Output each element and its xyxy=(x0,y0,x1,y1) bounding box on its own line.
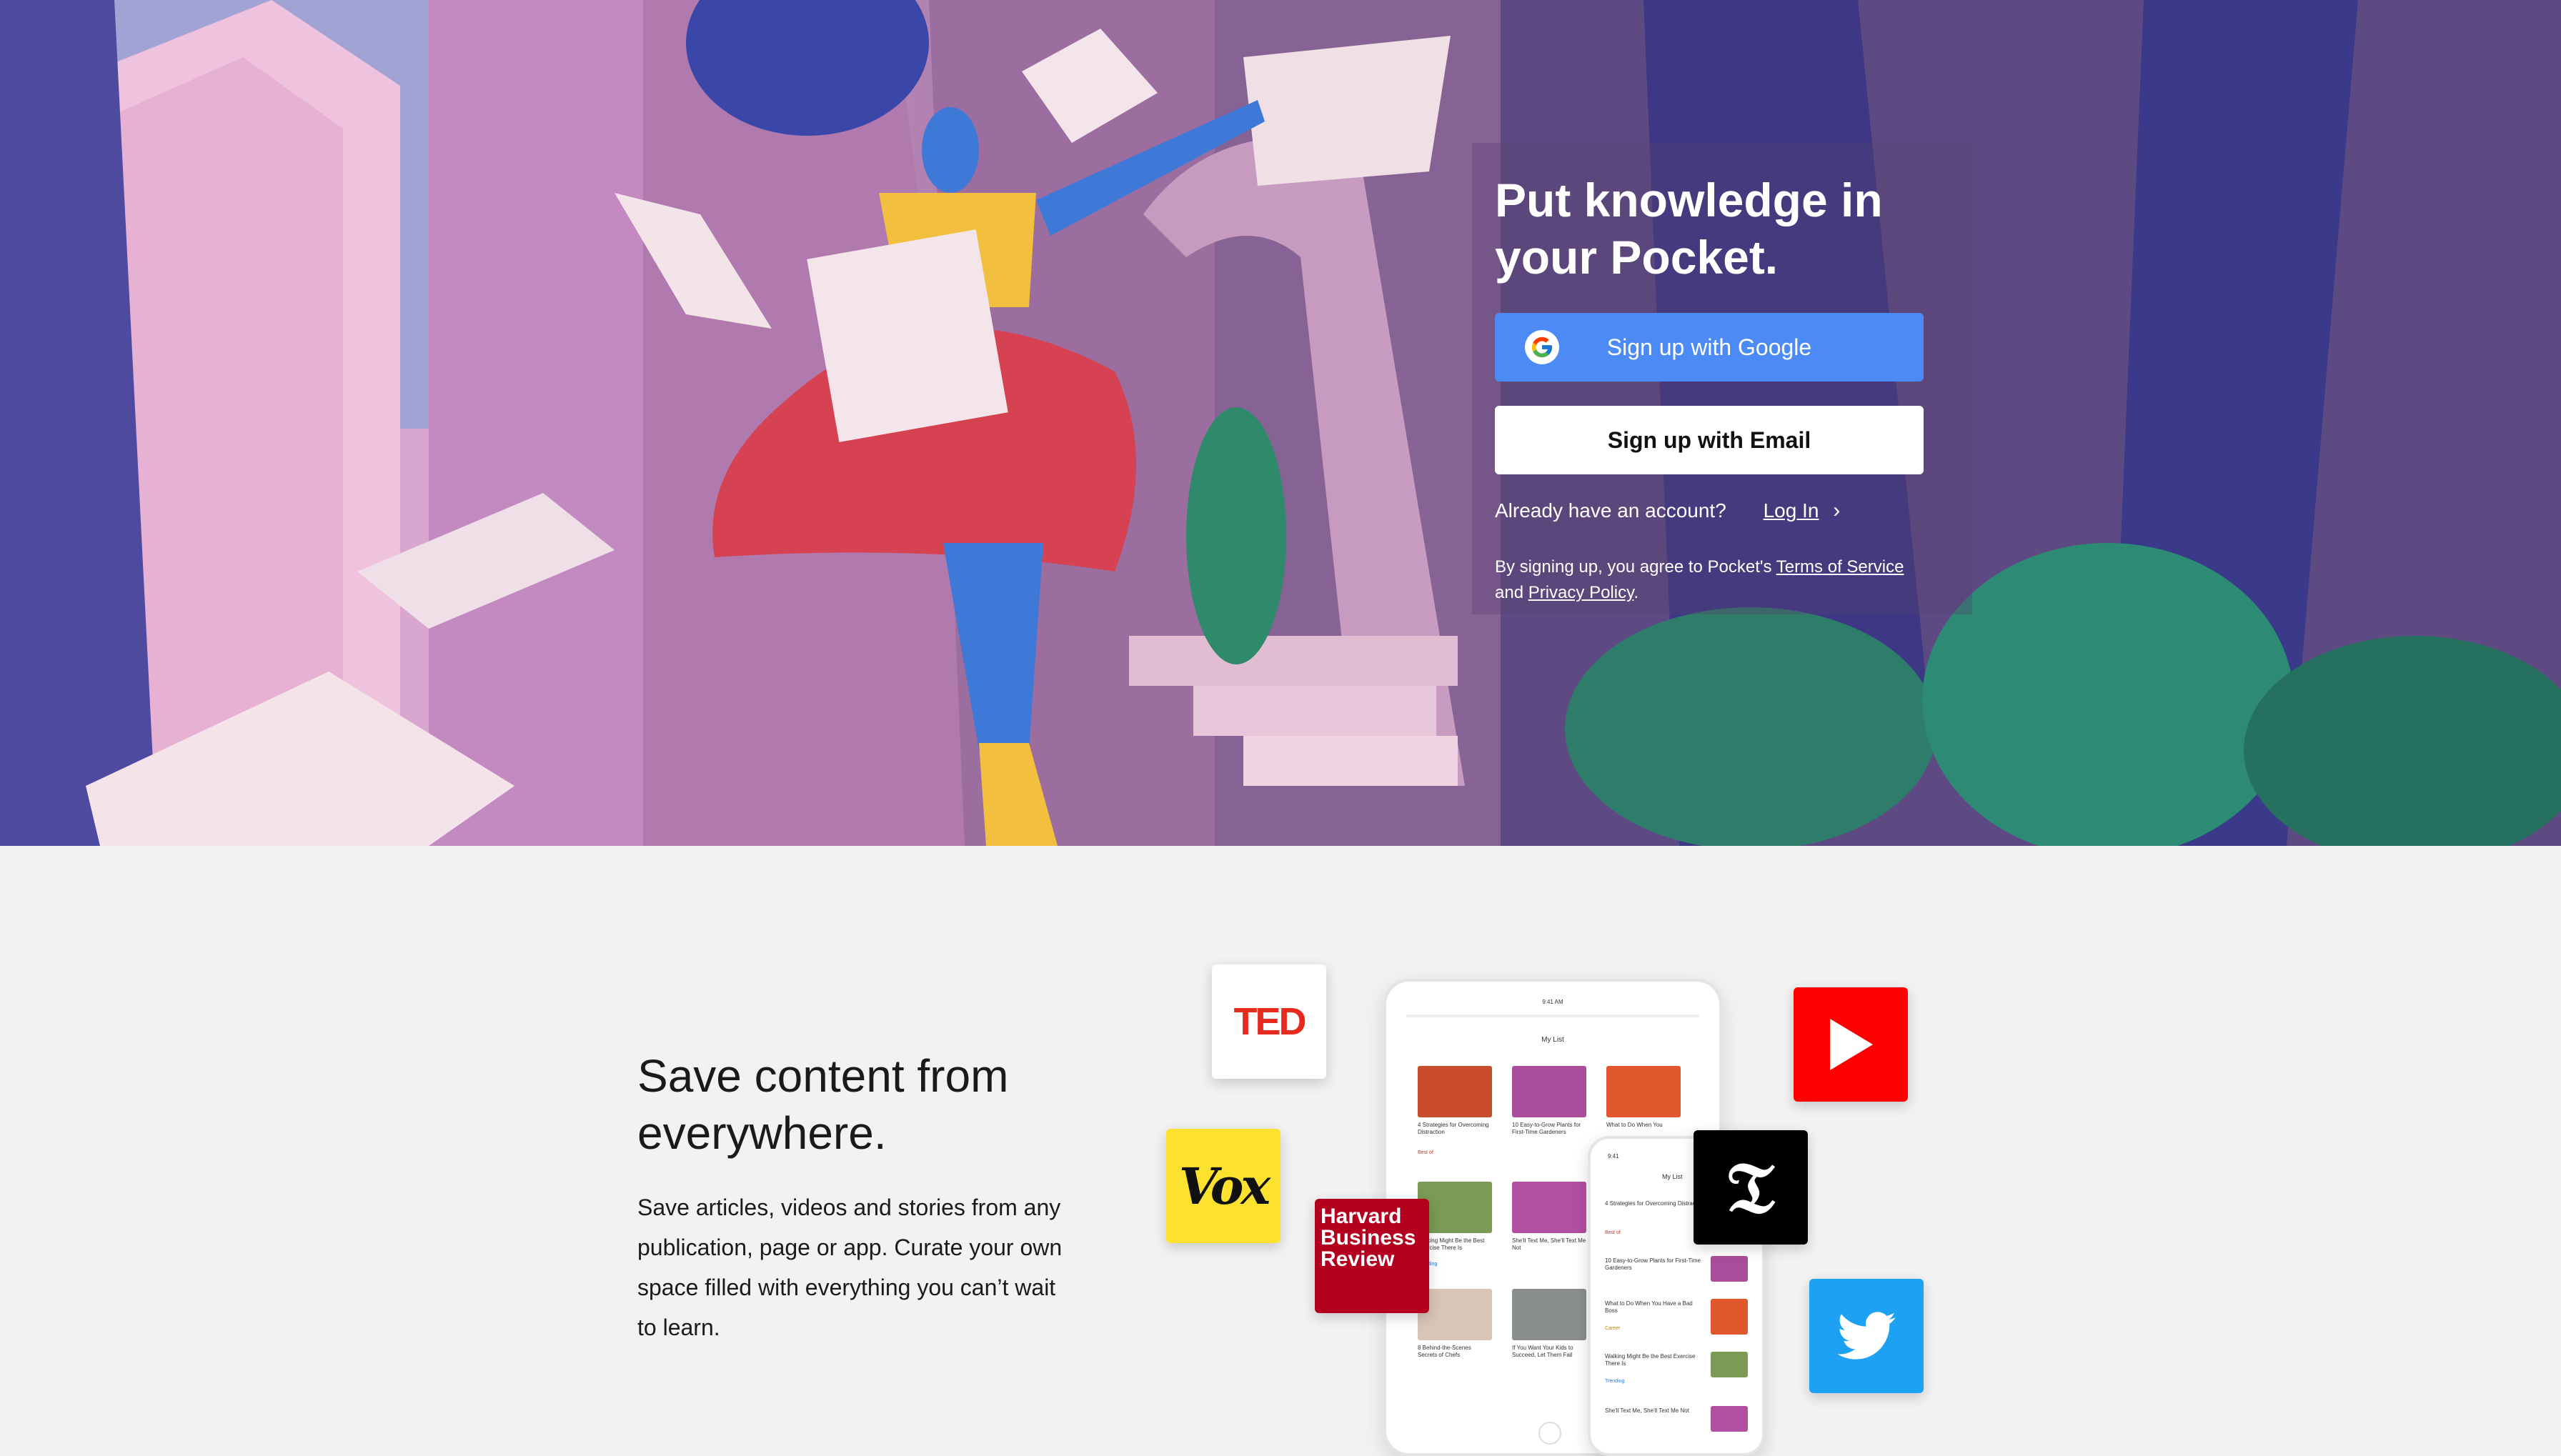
phone-item: What to Do When You Have a Bad Boss xyxy=(1605,1300,1693,1314)
vox-logo-text: Vox xyxy=(1178,1156,1270,1216)
hero-headline: Put knowledge in your Pocket. xyxy=(1495,174,1883,284)
save-content-section: Save content from everywhere. Save artic… xyxy=(0,846,2561,1456)
ted-logo-text: TED xyxy=(1233,1000,1307,1043)
feature-title: Save content from everywhere. xyxy=(637,1050,1009,1159)
tablet-badge: Best of xyxy=(1418,1150,1433,1155)
phone-status-time: 9:41 xyxy=(1608,1153,1619,1160)
youtube-logo xyxy=(1794,987,1908,1102)
account-prompt-text: Already have an account? xyxy=(1495,499,1726,522)
tablet-list-title: My List xyxy=(1541,1036,1564,1044)
google-signup-label: Sign up with Google xyxy=(1606,334,1812,360)
terms-of-service-link[interactable]: Terms of Service xyxy=(1776,557,1904,577)
phone-item: Walking Might Be the Best Exercise There… xyxy=(1605,1353,1696,1367)
vox-logo: Vox xyxy=(1166,1129,1280,1243)
hbr-logo: Harvard Business Review xyxy=(1315,1199,1429,1313)
hbr-logo-text: Harvard Business Review xyxy=(1321,1205,1416,1271)
nyt-logo: 𝔗 xyxy=(1694,1130,1808,1245)
phone-badge: Trending xyxy=(1605,1379,1625,1384)
signup-panel: Put knowledge in your Pocket. Sign up wi… xyxy=(1495,171,1924,602)
ted-logo: TED xyxy=(1212,964,1326,1079)
phone-badge: Best of xyxy=(1605,1230,1621,1235)
phone-badge: Career xyxy=(1605,1326,1621,1331)
tablet-status-time: 9:41 AM xyxy=(1542,999,1563,1005)
terms-notice: By signing up, you agree to Pocket's Ter… xyxy=(1495,554,1952,606)
privacy-policy-link[interactable]: Privacy Policy xyxy=(1528,583,1634,602)
play-icon xyxy=(1830,1019,1873,1070)
tablet-item: 10 Easy-to-Grow Plants for First-Time Ga… xyxy=(1512,1122,1581,1135)
google-icon xyxy=(1525,330,1559,364)
terms-period: . xyxy=(1633,583,1638,602)
feature-description: Save articles, videos and stories from a… xyxy=(637,1195,1063,1340)
hero-illustration xyxy=(0,0,2561,846)
terms-prefix: By signing up, you agree to Pocket's xyxy=(1495,557,1772,577)
login-prompt: Already have an account? Log In › xyxy=(1495,499,1840,523)
tablet-item: She'll Text Me, She'll Text Me Not xyxy=(1512,1237,1586,1251)
phone-list-title: My List xyxy=(1662,1173,1683,1180)
tablet-item: 4 Strategies for Overcoming Distraction xyxy=(1418,1122,1489,1135)
tablet-item: 8 Behind-the-Scenes Secrets of Chefs xyxy=(1418,1345,1471,1358)
email-signup-label: Sign up with Email xyxy=(1607,427,1811,453)
phone-item: 10 Easy-to-Grow Plants for First-Time Ga… xyxy=(1605,1257,1701,1271)
email-signup-button[interactable]: Sign up with Email xyxy=(1495,406,1924,474)
twitter-bird-icon xyxy=(1837,1312,1896,1360)
nyt-logo-icon: 𝔗 xyxy=(1726,1145,1775,1230)
tablet-item: What to Do When You xyxy=(1606,1122,1663,1128)
tablet-item: If You Want Your Kids to Succeed, Let Th… xyxy=(1512,1345,1573,1358)
google-signup-button[interactable]: Sign up with Google xyxy=(1495,313,1924,382)
twitter-logo xyxy=(1809,1279,1924,1393)
terms-and: and xyxy=(1495,583,1524,602)
hero-banner: Put knowledge in your Pocket. Sign up wi… xyxy=(0,0,2561,846)
phone-item: She'll Text Me, She'll Text Me Not xyxy=(1605,1407,1689,1414)
chevron-right-icon[interactable]: › xyxy=(1833,499,1840,522)
login-link[interactable]: Log In xyxy=(1764,499,1819,522)
